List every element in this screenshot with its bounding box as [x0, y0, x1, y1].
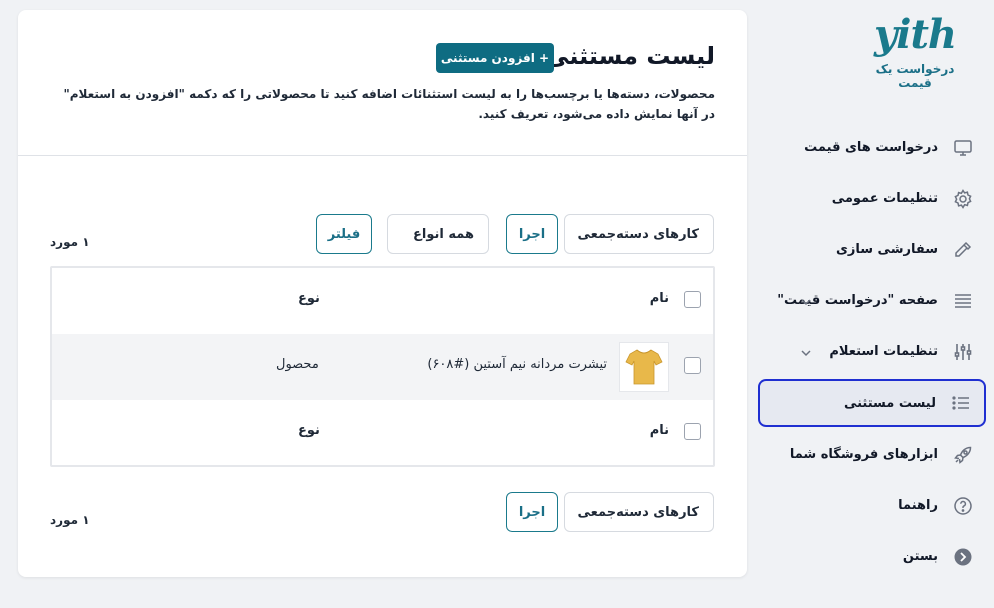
column-header-name: نام [649, 291, 669, 306]
sidebar-item-general-settings[interactable]: تنظیمات عمومی [758, 173, 986, 224]
item-count-bottom: ۱ مورد [50, 513, 90, 527]
tshirt-image [625, 349, 663, 385]
sidebar-item-customization[interactable]: سفارشی سازی [758, 224, 986, 275]
exclusion-table: نام نوع تیشرت مردانه نیم آستین (#۶۰۸) مح… [50, 266, 715, 467]
chevron-down-icon[interactable] [800, 293, 812, 306]
gear-icon [952, 188, 974, 210]
sidebar-item-label: بستن [902, 549, 938, 564]
main-panel: لیست مستثنی + افزودن مستثنی محصولات، دست… [18, 10, 747, 577]
select-all-checkbox-footer[interactable] [684, 423, 701, 440]
sidebar: yith درخواست یک قیمت درخواست های قیمت تن… [754, 0, 994, 608]
column-footer-type: نوع [298, 423, 320, 438]
apply-button-bottom[interactable]: اجرا [506, 492, 558, 532]
bulk-actions-select[interactable]: کارهای دسته‌جمعی [564, 214, 714, 254]
arrow-circle-icon [952, 546, 974, 568]
add-exclusion-button[interactable]: + افزودن مستثنی [436, 43, 554, 73]
sidebar-item-label: ابزارهای فروشگاه شما [789, 447, 938, 462]
logo-subtitle: درخواست یک قیمت [875, 62, 955, 90]
sidebar-item-quote-page[interactable]: صفحه "درخواست قیمت" [758, 275, 986, 326]
sidebar-item-label: تنظیمات استعلام [829, 344, 938, 359]
filter-button[interactable]: فیلتر [316, 214, 372, 254]
sliders-icon [952, 341, 974, 363]
column-footer-name: نام [649, 423, 669, 438]
item-count: ۱ مورد [50, 235, 90, 249]
type-filter-select[interactable]: همه انواع [387, 214, 489, 254]
product-type: محصول [276, 357, 319, 372]
apply-button[interactable]: اجرا [506, 214, 558, 254]
column-header-type: نوع [298, 291, 320, 306]
sidebar-item-label: راهنما [898, 498, 938, 513]
page-lines-icon [952, 290, 974, 312]
row-checkbox[interactable] [684, 357, 701, 374]
sidebar-item-label: درخواست های قیمت [804, 140, 938, 155]
help-icon [952, 495, 974, 517]
list-icon [950, 392, 972, 414]
sidebar-menu: درخواست های قیمت تنظیمات عمومی سفارشی سا… [758, 122, 986, 582]
product-name[interactable]: تیشرت مردانه نیم آستین (#۶۰۸) [427, 357, 607, 372]
panel-header: لیست مستثنی + افزودن مستثنی محصولات، دست… [18, 10, 747, 156]
table-footer-row: نام نوع [52, 400, 713, 466]
chevron-down-icon[interactable] [800, 344, 812, 357]
sidebar-item-label: سفارشی سازی [835, 242, 938, 257]
sidebar-item-close[interactable]: بستن [758, 531, 986, 582]
table-row[interactable]: تیشرت مردانه نیم آستین (#۶۰۸) محصول [52, 334, 713, 400]
sidebar-item-exclusion-list[interactable]: لیست مستثنی [758, 379, 986, 427]
yith-logo[interactable]: yith درخواست یک قیمت [860, 10, 970, 90]
bulk-actions-select-bottom[interactable]: کارهای دسته‌جمعی [564, 492, 714, 532]
bulk-actions-label: کارهای دسته‌جمعی [577, 504, 699, 520]
product-thumbnail [619, 342, 669, 392]
sidebar-item-quote-requests[interactable]: درخواست های قیمت [758, 122, 986, 173]
sidebar-item-label: لیست مستثنی [843, 395, 936, 411]
monitor-icon [952, 137, 974, 159]
sidebar-item-label: تنظیمات عمومی [831, 191, 938, 206]
logo-mark: yith [874, 11, 957, 58]
sidebar-item-help[interactable]: راهنما [758, 480, 986, 531]
pipette-icon [952, 239, 974, 261]
page-title: لیست مستثنی [545, 42, 715, 70]
table-header-row: نام نوع [52, 268, 713, 334]
sidebar-item-inquiry-settings[interactable]: تنظیمات استعلام [758, 326, 986, 377]
bulk-actions-label: کارهای دسته‌جمعی [577, 226, 699, 242]
rocket-icon [952, 444, 974, 466]
sidebar-item-store-tools[interactable]: ابزارهای فروشگاه شما [758, 429, 986, 480]
page-description: محصولات، دسته‌ها یا برچسب‌ها را به لیست … [63, 87, 715, 121]
type-filter-label: همه انواع [413, 226, 474, 242]
select-all-checkbox[interactable] [684, 291, 701, 308]
